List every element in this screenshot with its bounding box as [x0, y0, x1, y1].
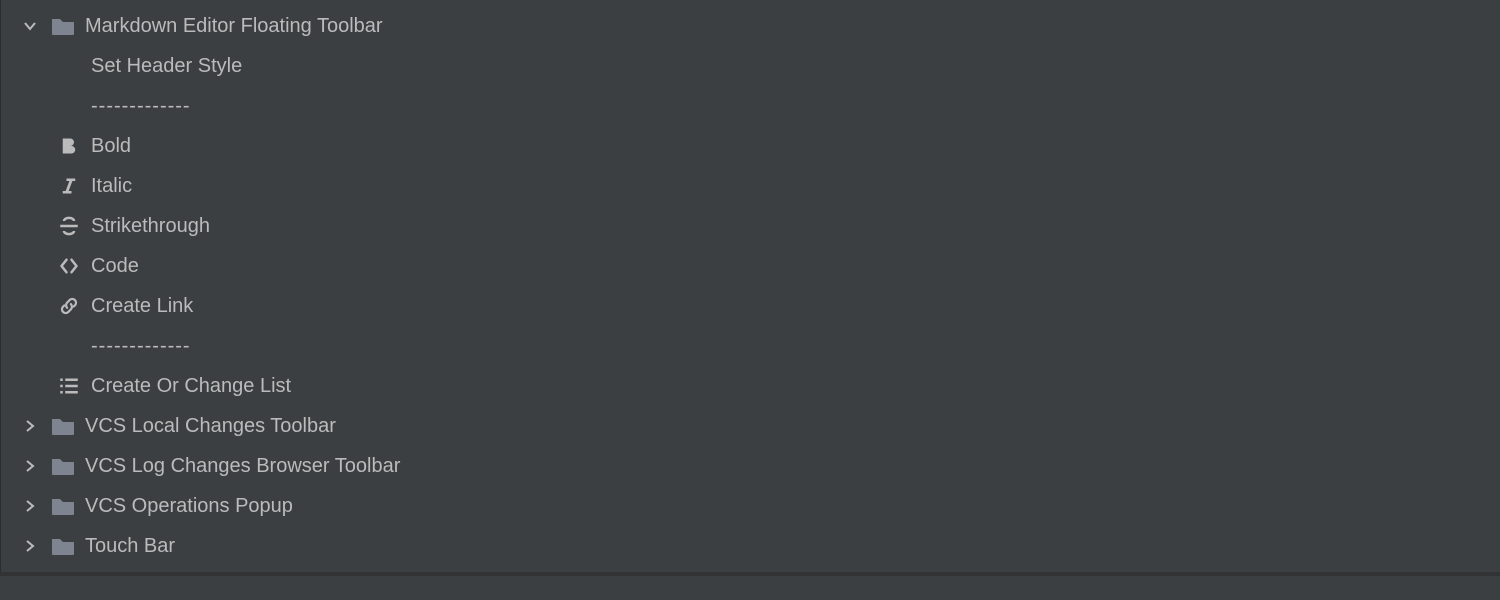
tree-node-vcs-operations-popup[interactable]: VCS Operations Popup: [1, 486, 1500, 526]
tree-node-label: VCS Local Changes Toolbar: [85, 415, 336, 438]
chevron-right-icon[interactable]: [23, 499, 37, 513]
code-icon: [57, 254, 81, 278]
chevron-down-icon[interactable]: [23, 19, 37, 33]
link-icon: [57, 294, 81, 318]
action-label: Code: [91, 255, 139, 278]
action-label: Create Or Change List: [91, 375, 291, 398]
tree-node-label: Markdown Editor Floating Toolbar: [85, 15, 383, 38]
action-code[interactable]: Code: [1, 246, 1500, 286]
action-label: Strikethrough: [91, 215, 210, 238]
tree-node-vcs-log-changes-browser-toolbar[interactable]: VCS Log Changes Browser Toolbar: [1, 446, 1500, 486]
action-strikethrough[interactable]: Strikethrough: [1, 206, 1500, 246]
folder-icon: [51, 16, 75, 36]
action-create-or-change-list[interactable]: Create Or Change List: [1, 366, 1500, 406]
action-tree-panel: Markdown Editor Floating Toolbar Set Hea…: [0, 0, 1500, 572]
chevron-right-icon[interactable]: [23, 419, 37, 433]
separator-text: -------------: [91, 335, 191, 358]
action-set-header-style[interactable]: Set Header Style: [1, 46, 1500, 86]
separator: -------------: [1, 326, 1500, 366]
tree-node-label: VCS Log Changes Browser Toolbar: [85, 455, 400, 478]
folder-icon: [51, 496, 75, 516]
folder-icon: [51, 456, 75, 476]
action-label: Bold: [91, 135, 131, 158]
folder-icon: [51, 416, 75, 436]
action-label: Set Header Style: [91, 55, 242, 78]
tree-node-label: Touch Bar: [85, 535, 175, 558]
bold-icon: [57, 134, 81, 158]
chevron-right-icon[interactable]: [23, 539, 37, 553]
action-bold[interactable]: Bold: [1, 126, 1500, 166]
action-italic[interactable]: Italic: [1, 166, 1500, 206]
tree-node-touch-bar[interactable]: Touch Bar: [1, 526, 1500, 566]
action-label: Create Link: [91, 295, 193, 318]
footer-strip: [0, 572, 1500, 600]
list-icon: [57, 374, 81, 398]
action-create-link[interactable]: Create Link: [1, 286, 1500, 326]
separator-text: -------------: [91, 95, 191, 118]
chevron-right-icon[interactable]: [23, 459, 37, 473]
action-label: Italic: [91, 175, 132, 198]
italic-icon: [57, 174, 81, 198]
separator: -------------: [1, 86, 1500, 126]
tree-node-markdown-toolbar[interactable]: Markdown Editor Floating Toolbar: [1, 6, 1500, 46]
tree-node-label: VCS Operations Popup: [85, 495, 293, 518]
folder-icon: [51, 536, 75, 556]
tree-node-vcs-local-changes-toolbar[interactable]: VCS Local Changes Toolbar: [1, 406, 1500, 446]
strikethrough-icon: [57, 214, 81, 238]
